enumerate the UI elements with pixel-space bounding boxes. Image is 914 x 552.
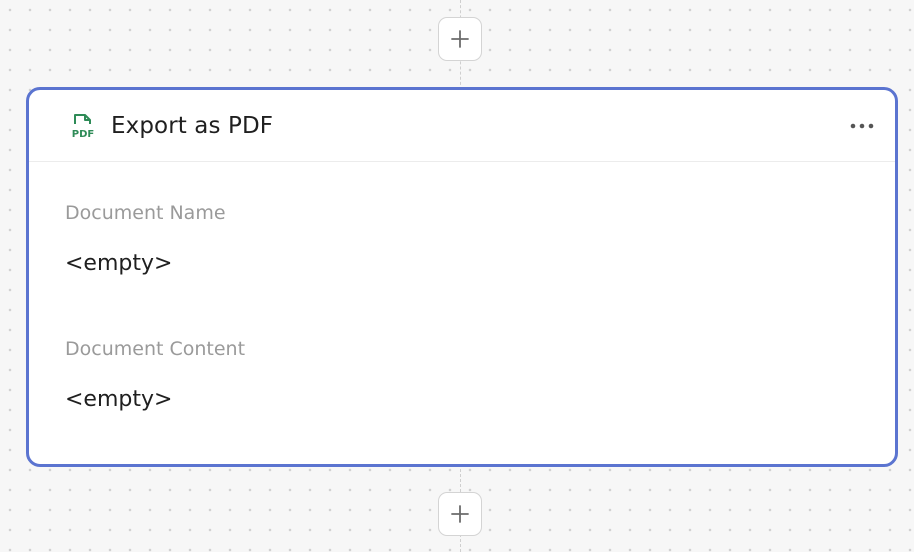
node-header: PDF Export as PDF [29, 90, 895, 162]
field-value: <empty> [65, 251, 173, 276]
plus-icon [451, 505, 469, 523]
node-title: Export as PDF [111, 112, 274, 139]
field-label: Document Name [65, 202, 226, 224]
add-step-button-below[interactable] [438, 492, 482, 536]
svg-text:PDF: PDF [72, 129, 94, 140]
export-pdf-node-card[interactable]: PDF Export as PDF Document Name <empty> … [26, 87, 898, 467]
field-document-name[interactable]: Document Name <empty> [65, 200, 895, 278]
add-step-button-above[interactable] [438, 17, 482, 61]
more-options-button[interactable] [845, 112, 879, 140]
pdf-file-icon: PDF [67, 110, 101, 144]
field-value: <empty> [65, 387, 173, 412]
field-label: Document Content [65, 338, 246, 360]
node-body: Document Name <empty> Document Content <… [29, 162, 895, 414]
field-document-content[interactable]: Document Content <empty> [65, 336, 895, 414]
more-horizontal-icon [850, 123, 874, 129]
plus-icon [451, 30, 469, 48]
